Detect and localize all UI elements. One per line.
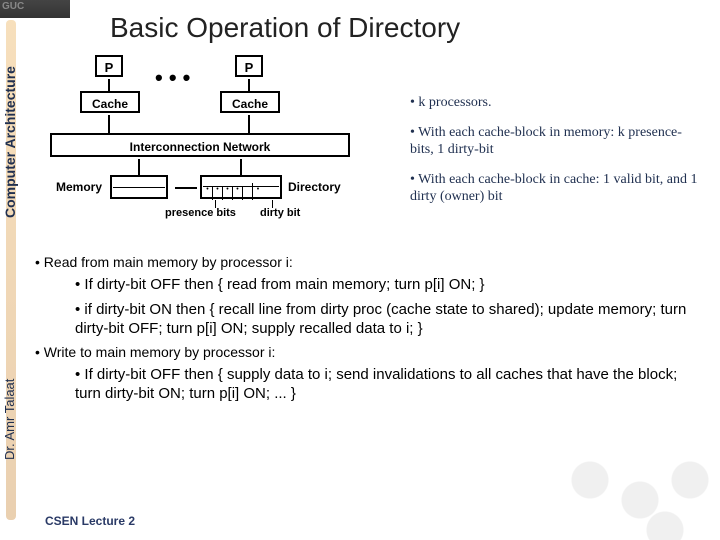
slide-title: Basic Operation of Directory [110, 12, 460, 44]
cache-box: Cache [220, 91, 280, 113]
architecture-diagram: P P • • • Cache Cache Interconnection Ne… [50, 55, 360, 235]
write-off-case: • If dirty-bit OFF then { supply data to… [75, 366, 700, 404]
processor-box: P [235, 55, 263, 77]
pointer-line [215, 200, 216, 208]
side-label-course: Computer Architecture [2, 38, 18, 218]
connector-line [138, 159, 140, 175]
memory-label: Memory [56, 180, 102, 194]
upper-bullet-list: k processors. With each cache-block in m… [370, 94, 700, 218]
connector-line [108, 79, 110, 91]
connector-line [248, 115, 250, 133]
ellipsis-icon: • • • [155, 65, 190, 91]
read-on-case: • if dirty-bit ON then { recall line fro… [75, 301, 700, 339]
background-decoration [560, 450, 720, 540]
pointer-line [272, 200, 273, 208]
interconnect-box: Interconnection Network [50, 133, 350, 157]
cache-box: Cache [80, 91, 140, 113]
connector-line [240, 159, 242, 175]
processor-box: P [95, 55, 123, 77]
dirty-bit-label: dirty bit [260, 207, 300, 219]
memory-box [110, 175, 168, 199]
presence-bits-label: presence bits [165, 207, 236, 219]
directory-label: Directory [288, 180, 341, 194]
write-header: • Write to main memory by processor i: [35, 344, 700, 360]
directory-box: ••••• [200, 175, 282, 199]
logo-text: GUC [2, 1, 24, 12]
list-item: With each cache-block in memory: k prese… [410, 124, 700, 159]
footer-label: CSEN Lecture 2 [45, 514, 135, 528]
list-item: With each cache-block in cache: 1 valid … [410, 171, 700, 206]
connector-line [108, 115, 110, 133]
read-off-case: • If dirty-bit OFF then { read from main… [75, 276, 700, 295]
lower-text-block: • Read from main memory by processor i: … [35, 250, 700, 410]
connector-line [175, 187, 197, 189]
side-label-author: Dr. Amr Talaat [2, 350, 17, 460]
connector-line [248, 79, 250, 91]
list-item: k processors. [410, 94, 700, 112]
read-header: • Read from main memory by processor i: [35, 254, 700, 270]
